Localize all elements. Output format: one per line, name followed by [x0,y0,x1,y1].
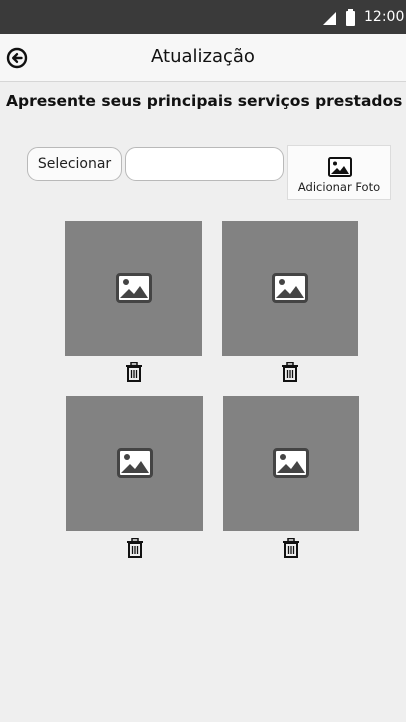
app-bar: Atualização [0,34,406,82]
photo-thumbnail[interactable] [66,396,203,531]
trash-icon[interactable] [282,538,300,558]
add-photo-label: Adicionar Foto [297,180,381,194]
status-bar: 12:00 [0,0,406,34]
trash-icon[interactable] [281,362,299,382]
signal-icon [323,12,336,25]
page-title: Atualização [151,46,255,67]
image-placeholder-icon [273,448,309,478]
section-heading: Apresente seus principais serviços prest… [6,92,403,110]
trash-icon[interactable] [126,538,144,558]
photo-thumbnail[interactable] [65,221,202,356]
photo-thumbnail[interactable] [222,221,358,356]
battery-icon [346,9,355,26]
image-placeholder-icon [116,273,152,303]
status-time: 12:00 [364,9,405,25]
file-name-input[interactable] [125,147,284,181]
add-photo-button[interactable]: Adicionar Foto [287,145,391,200]
image-icon [328,157,352,177]
select-button[interactable]: Selecionar [27,147,122,181]
image-placeholder-icon [272,273,308,303]
image-placeholder-icon [117,448,153,478]
trash-icon[interactable] [125,362,143,382]
photo-thumbnail[interactable] [223,396,359,531]
